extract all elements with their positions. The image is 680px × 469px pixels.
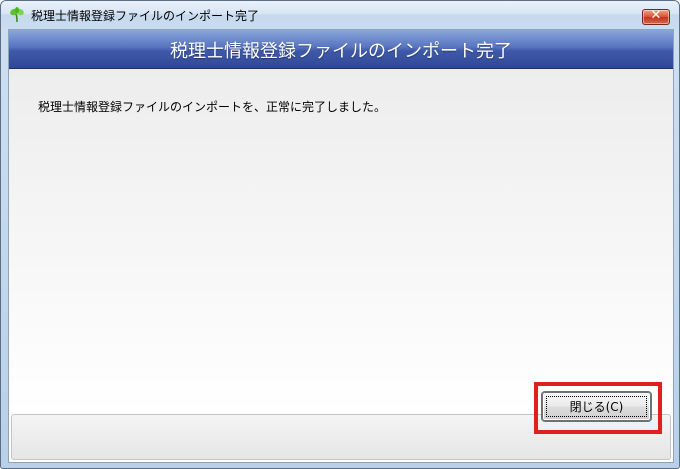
message-area: 税理士情報登録ファイルのインポートを、正常に完了しました。 [9,69,673,412]
close-icon: ✕ [650,8,662,23]
header-banner: 税理士情報登録ファイルのインポート完了 [9,30,673,69]
completion-message: 税理士情報登録ファイルのインポートを、正常に完了しました。 [38,100,387,114]
dialog-window: 税理士情報登録ファイルのインポート完了 ✕ 税理士情報登録ファイルのインポート完… [0,0,680,469]
app-leaf-icon [9,7,25,23]
window-title: 税理士情報登録ファイルのインポート完了 [31,9,260,23]
close-dialog-button-label: 閉じる(C) [569,400,624,414]
close-dialog-button[interactable]: 閉じる(C) [542,392,651,421]
window-close-button[interactable]: ✕ [642,8,670,25]
title-bar[interactable]: 税理士情報登録ファイルのインポート完了 ✕ [1,1,679,29]
banner-title: 税理士情報登録ファイルのインポート完了 [170,41,512,62]
